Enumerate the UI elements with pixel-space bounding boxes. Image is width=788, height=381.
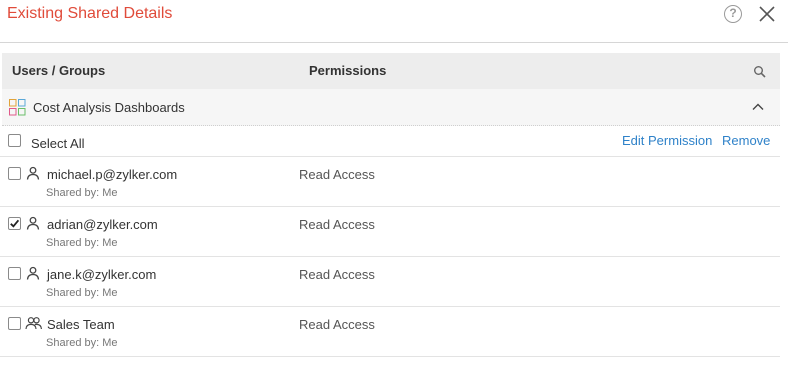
group-icon [25,317,42,330]
entry-shared-by: Shared by: Me [46,237,118,249]
dialog-title: Existing Shared Details [7,5,173,22]
entry-checkbox[interactable] [8,217,21,230]
share-entry-row: Sales Team Shared by: Me Read Access [0,307,780,357]
entry-name: michael.p@zylker.com [47,167,178,182]
entry-checkbox[interactable] [8,167,21,180]
entry-name: Sales Team [47,317,115,332]
entry-checkbox[interactable] [8,267,21,280]
share-entry-row: jane.k@zylker.com Shared by: Me Read Acc… [0,257,780,307]
share-entry-row: adrian@zylker.com Shared by: Me Read Acc… [0,207,780,257]
edit-permission-link[interactable]: Edit Permission [622,133,712,148]
select-all-label: Select All [31,136,85,151]
entry-name: adrian@zylker.com [47,217,158,232]
entry-shared-by: Shared by: Me [46,337,118,349]
table-header: Users / Groups Permissions [2,53,780,89]
close-icon[interactable] [757,4,777,24]
column-header-users: Users / Groups [12,63,106,78]
dashboard-group-label: Cost Analysis Dashboards [33,100,185,115]
user-icon [26,166,40,180]
entry-permission: Read Access [299,317,375,332]
column-header-permissions: Permissions [309,63,387,78]
entry-name: jane.k@zylker.com [47,267,157,282]
entry-checkbox[interactable] [8,317,21,330]
user-icon [26,266,40,280]
entry-permission: Read Access [299,217,375,232]
entry-shared-by: Shared by: Me [46,187,118,199]
entry-shared-by: Shared by: Me [46,287,118,299]
chevron-up-icon[interactable] [751,100,765,114]
help-icon[interactable]: ? [724,5,742,23]
select-all-row: Select All Edit Permission Remove [0,126,780,157]
remove-link[interactable]: Remove [722,133,770,148]
entry-permission: Read Access [299,167,375,182]
entry-permission: Read Access [299,267,375,282]
dashboard-icon [9,99,26,116]
share-entry-row: michael.p@zylker.com Shared by: Me Read … [0,157,780,207]
title-divider [0,42,788,43]
search-icon[interactable] [753,65,767,79]
select-all-checkbox[interactable] [8,134,21,147]
checkmark-icon [10,219,20,228]
dashboard-group-row[interactable]: Cost Analysis Dashboards [2,89,780,126]
user-icon [26,216,40,230]
